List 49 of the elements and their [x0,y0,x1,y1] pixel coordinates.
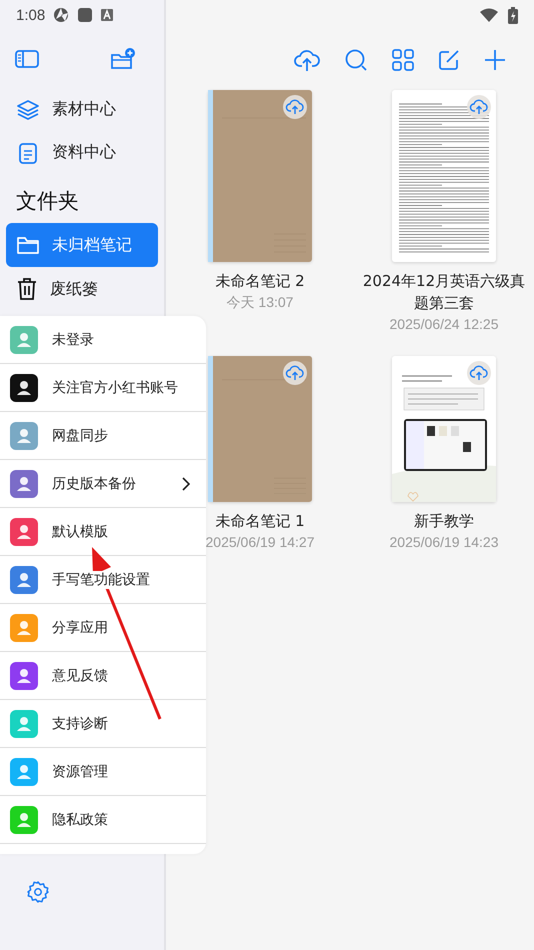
folder-item[interactable]: 废纸篓 [6,267,158,311]
document-thumbnail[interactable] [392,90,496,262]
menu-item[interactable]: 默认模版 [0,508,206,556]
sidebar-item[interactable]: 资料中心 [0,131,164,174]
folder-item[interactable]: 未归档笔记 [6,223,158,267]
sidebar-item[interactable]: 素材中心 [0,88,164,131]
layers-icon [16,98,40,122]
compose-icon[interactable] [438,49,460,71]
wifi-icon [480,8,498,22]
grid-view-icon[interactable] [392,49,414,71]
sidebar-toggle-icon[interactable] [15,49,39,69]
note-date: 2025/06/19 14:27 [206,534,314,550]
cloud-upload-icon[interactable] [294,48,320,72]
menu-item[interactable]: 隐私政策 [0,796,206,844]
menu-item[interactable]: 网盘同步 [0,412,206,460]
menu-item[interactable]: 分享应用 [0,604,206,652]
note-title[interactable]: 2024年12月英语六级真题第三套 [356,270,532,314]
section-heading: 文件夹 [15,188,80,215]
status-time: 1:08 [16,6,46,24]
menu-item[interactable]: 资源管理 [0,748,206,796]
menu-item[interactable]: 关注官方小红书账号 [0,364,206,412]
new-folder-icon[interactable] [110,47,136,71]
menu-item[interactable]: 意见反馈 [0,652,206,700]
menu-item[interactable]: 历史版本备份 [0,460,206,508]
note-title[interactable]: 未命名笔记 2 [172,270,348,292]
keyboard-icon [101,9,114,21]
folder-icon [16,234,40,256]
search-icon[interactable] [344,48,368,72]
cloud-upload-icon[interactable] [467,361,491,385]
menu-item[interactable]: 未登录 [0,316,206,364]
notebook-cover[interactable] [208,356,312,502]
trash-icon [16,277,38,301]
cloud-upload-icon[interactable] [283,361,307,385]
notebook-cover[interactable] [208,90,312,262]
settings-icon[interactable] [26,880,50,904]
note-date: 今天 13:07 [226,294,294,312]
tutorial-thumbnail[interactable] [392,356,496,502]
cloud-upload-icon[interactable] [467,95,491,119]
add-icon[interactable] [484,49,506,71]
menu-item[interactable]: 支持诊断 [0,700,206,748]
document-icon [16,140,40,164]
app-icon [77,7,94,23]
battery-icon [508,6,518,24]
note-date: 2025/06/24 12:25 [390,316,498,332]
note-title[interactable]: 新手教学 [356,510,532,532]
menu-item[interactable]: 手写笔功能设置 [0,556,206,604]
note-date: 2025/06/19 14:23 [390,534,498,550]
app-icon [53,7,70,23]
cloud-upload-icon[interactable] [283,95,307,119]
